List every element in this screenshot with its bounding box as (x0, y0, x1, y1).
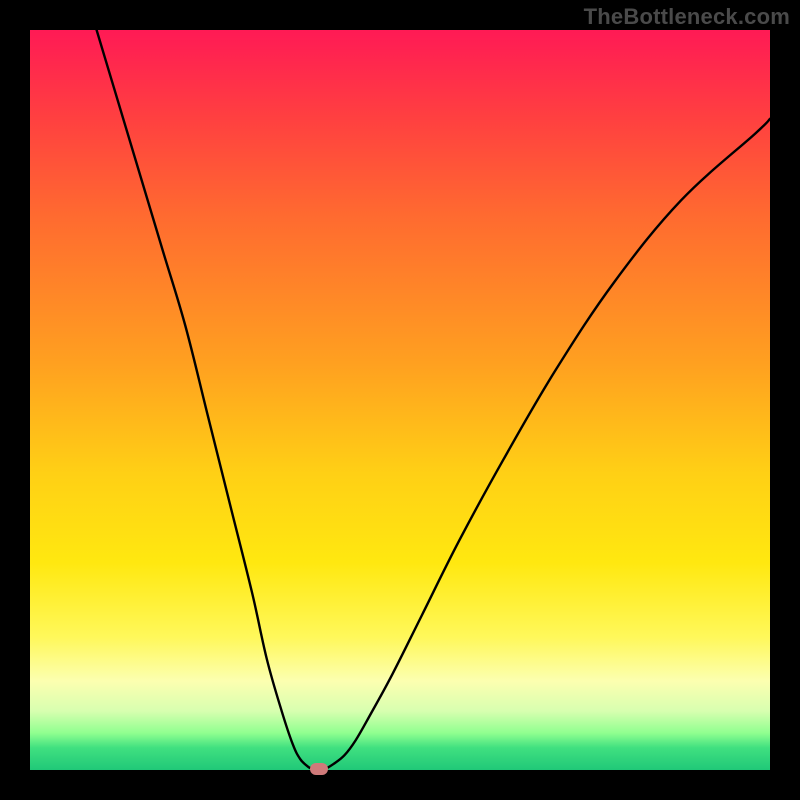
minimum-marker (310, 763, 328, 775)
plot-area (30, 30, 770, 770)
chart-frame: TheBottleneck.com (0, 0, 800, 800)
curve-layer (30, 30, 770, 770)
curve-left (97, 30, 312, 769)
watermark-text: TheBottleneck.com (584, 4, 790, 30)
curve-right (326, 119, 770, 769)
